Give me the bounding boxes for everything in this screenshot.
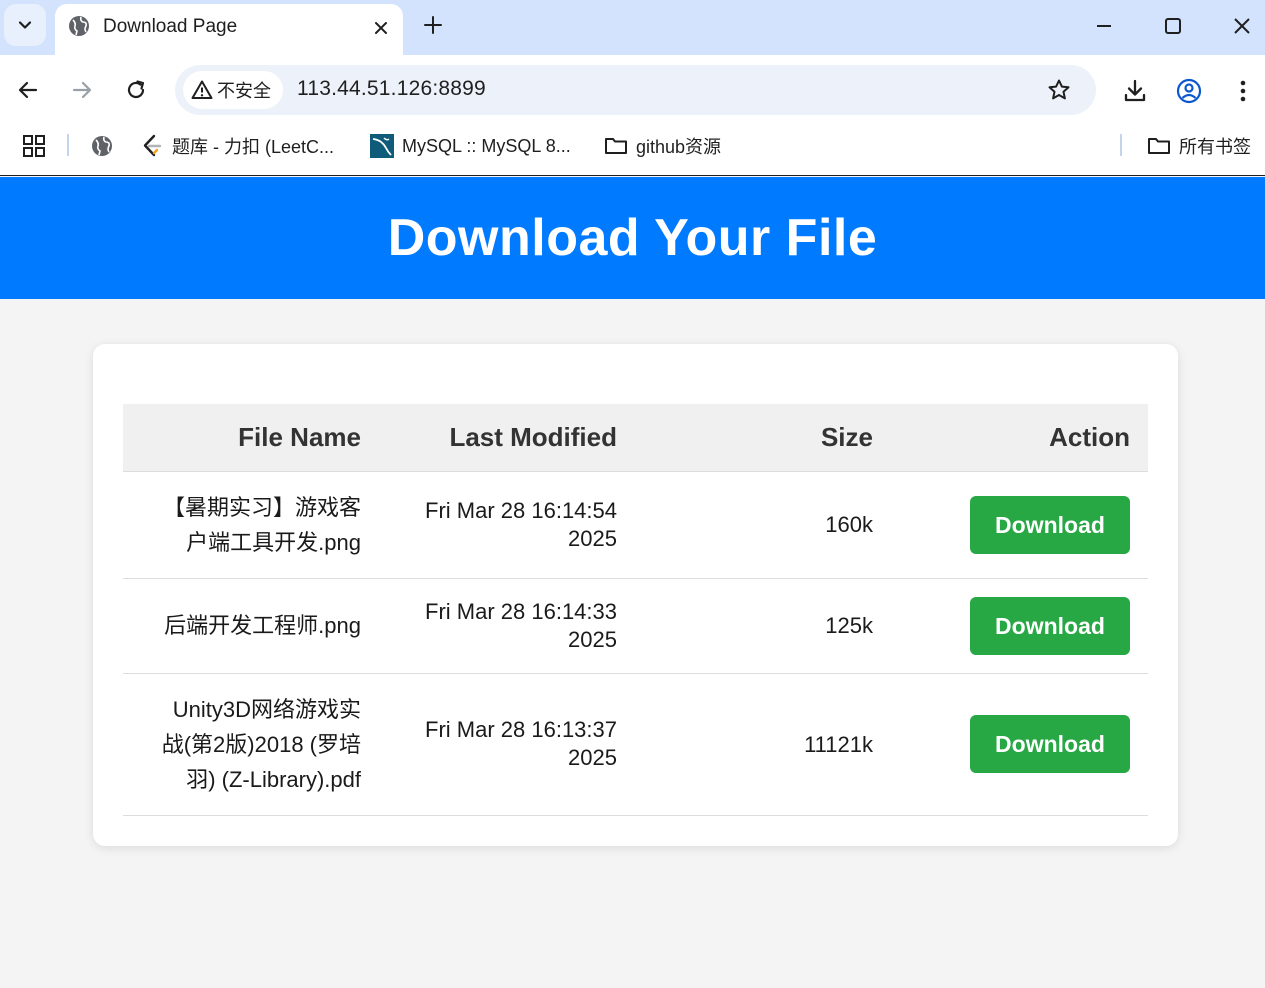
page-title: Download Your File [387, 209, 878, 267]
date-line: Fri Mar 28 16:14:33 [425, 598, 617, 624]
address-bar[interactable]: 不安全 113.44.51.126:8899 [175, 65, 1096, 115]
bookmark-label: github资源 [636, 137, 722, 157]
file-list-card: File Name Last Modified Size Action 【暑期实… [93, 344, 1178, 846]
column-header-last-modified: Last Modified [379, 404, 635, 472]
forward-arrow-icon[interactable] [70, 78, 94, 102]
tab-strip: Download Page [0, 0, 1265, 55]
last-modified-cell: Fri Mar 28 16:13:37 2025 [379, 673, 635, 816]
date-line: 2025 [568, 745, 617, 770]
profile-icon[interactable] [1176, 78, 1202, 104]
tab-search-button[interactable] [4, 4, 46, 46]
size-cell: 11121k [635, 673, 891, 816]
close-window-icon[interactable] [1230, 14, 1254, 38]
download-button[interactable]: Download [970, 715, 1130, 773]
file-name-line: 羽) (Z-Library).pdf [186, 766, 361, 792]
file-name-cell: Unity3D网络游戏实战(第2版)2018 (罗培羽) (Z-Library)… [123, 673, 379, 816]
maximize-icon[interactable] [1161, 14, 1185, 38]
column-header-action: Action [891, 404, 1148, 472]
file-table: File Name Last Modified Size Action 【暑期实… [123, 404, 1148, 816]
file-name-cell: 后端开发工程师.png [123, 578, 379, 674]
minimize-icon[interactable] [1092, 14, 1116, 38]
table-row: 后端开发工程师.png Fri Mar 28 16:14:33 2025 125k… [123, 578, 1148, 674]
last-modified-cell: Fri Mar 28 16:14:54 2025 [379, 471, 635, 579]
url-text[interactable]: 113.44.51.126:8899 [297, 77, 486, 101]
browser-toolbar: 不安全 113.44.51.126:8899 [0, 55, 1265, 125]
bookmark-separator [1120, 134, 1122, 156]
bookmark-separator [67, 134, 69, 156]
table-header-row: File Name Last Modified Size Action [123, 404, 1148, 472]
globe-icon [92, 136, 112, 156]
close-tab-icon[interactable] [368, 15, 394, 41]
file-name-line: 【暑期实习】游戏客 [162, 494, 361, 520]
bookmark-leetcode[interactable]: 题库 - 力扣 (LeetC... [140, 132, 334, 160]
bookmark-label: MySQL :: MySQL 8... [402, 135, 571, 156]
action-cell: Download [891, 673, 1148, 816]
download-button[interactable]: Download [970, 495, 1130, 554]
size-cell: 160k [635, 471, 891, 579]
download-button[interactable]: Download [970, 596, 1130, 655]
apps-grid-icon[interactable] [22, 134, 46, 158]
folder-icon [1148, 138, 1170, 154]
file-name-line: 后端开发工程师.png [164, 613, 361, 638]
table-row: 【暑期实习】游戏客户端工具开发.png Fri Mar 28 16:14:54 2… [123, 471, 1148, 579]
download-icon[interactable] [1122, 78, 1148, 104]
new-tab-icon[interactable] [420, 12, 446, 38]
bookmark-globe[interactable] [90, 132, 114, 160]
folder-icon [605, 138, 627, 154]
star-bookmark-icon[interactable] [1047, 78, 1071, 102]
date-line: Fri Mar 28 16:13:37 [425, 717, 617, 742]
active-tab[interactable]: Download Page [55, 4, 403, 55]
leetcode-icon [143, 134, 162, 157]
bookmark-label: 题库 - 力扣 (LeetC... [172, 137, 335, 157]
security-label: 不安全 [217, 81, 271, 101]
column-header-file-name: File Name [123, 404, 379, 472]
file-name-line: 户端工具开发.png [186, 529, 361, 555]
size-cell: 125k [635, 578, 891, 674]
reload-icon[interactable] [124, 78, 148, 102]
globe-icon [69, 16, 89, 36]
table-row: Unity3D网络游戏实战(第2版)2018 (罗培羽) (Z-Library)… [123, 673, 1148, 816]
date-line: 2025 [568, 626, 617, 652]
all-bookmarks-folder[interactable]: 所有书签 [1147, 132, 1251, 160]
file-name-line: Unity3D网络游戏实 [172, 696, 361, 722]
date-line: Fri Mar 28 16:14:54 [425, 497, 617, 523]
security-chip[interactable]: 不安全 [183, 71, 283, 109]
chevron-down-icon [18, 21, 32, 29]
action-cell: Download [891, 471, 1148, 579]
file-name-line: 战(第2版)2018 (罗培 [161, 731, 361, 757]
page-header: Download Your File [0, 177, 1265, 299]
bookmark-mysql[interactable]: MySQL :: MySQL 8... [370, 132, 571, 160]
bookmark-folder-github[interactable]: github资源 [604, 132, 721, 160]
warning-icon [191, 80, 213, 99]
column-header-size: Size [635, 404, 891, 472]
action-cell: Download [891, 578, 1148, 674]
tab-title: Download Page [103, 16, 238, 37]
back-arrow-icon[interactable] [16, 78, 40, 102]
last-modified-cell: Fri Mar 28 16:14:33 2025 [379, 578, 635, 674]
bookmarks-bar: 题库 - 力扣 (LeetC... MySQL :: MySQL 8... gi… [0, 125, 1265, 176]
date-line: 2025 [568, 525, 617, 551]
mysql-icon [370, 134, 394, 158]
file-name-cell: 【暑期实习】游戏客户端工具开发.png [123, 471, 379, 579]
menu-dots-icon[interactable] [1230, 78, 1256, 104]
all-bookmarks-label: 所有书签 [1179, 137, 1251, 157]
